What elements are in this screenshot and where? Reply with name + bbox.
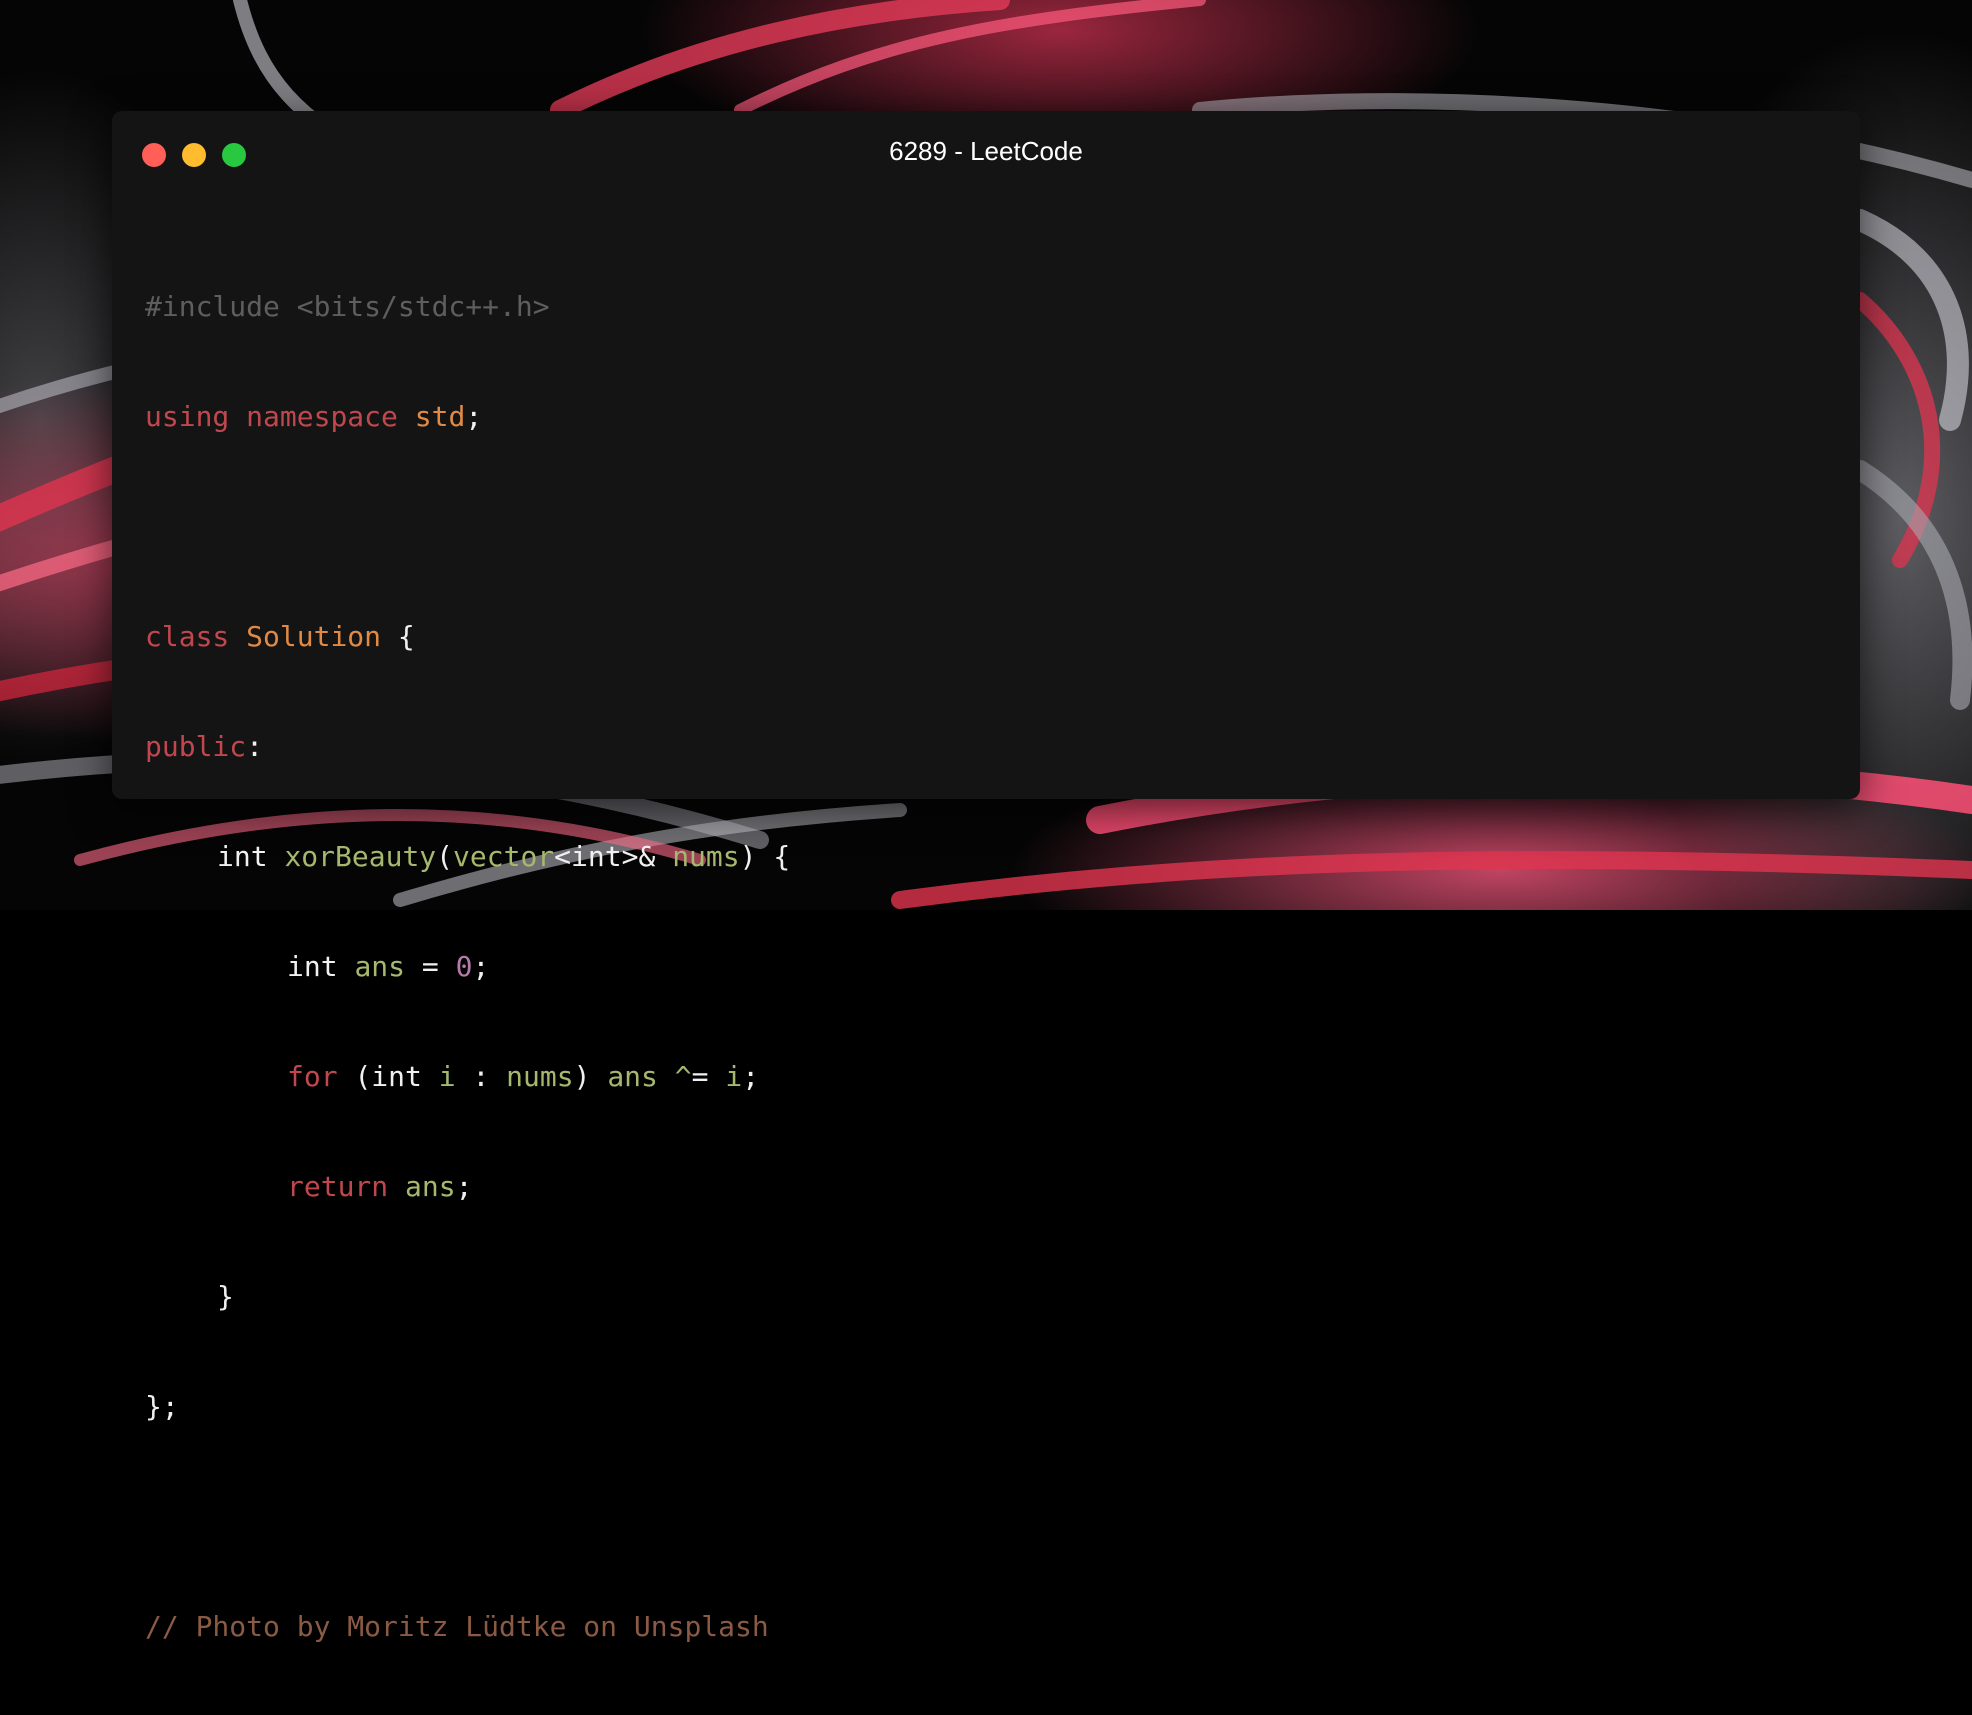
assign-op: = (691, 1060, 709, 1093)
semicolon: ; (472, 950, 490, 983)
keyword-using: using (145, 400, 230, 433)
loop-var: i (438, 1060, 456, 1093)
param-name: nums (672, 840, 740, 873)
code-window: 6289 - LeetCode #include <bits/stdc++.h>… (112, 111, 1860, 1643)
close-paren-brace: ) { (739, 840, 791, 873)
var-name: ans (354, 950, 406, 983)
preprocessor-directive: #include <bits/stdc++.h> (145, 290, 550, 323)
code-line-13: // Photo by Moritz Lüdtke on Unsplash (145, 1605, 790, 1649)
function-name: xorBeauty (284, 840, 437, 873)
range-colon: : (472, 1060, 490, 1093)
class-name: Solution (246, 620, 382, 653)
open-paren: ( (436, 840, 454, 873)
code-line-4: class Solution { (145, 615, 790, 659)
semicolon: ; (455, 1170, 473, 1203)
semicolon: ; (465, 400, 483, 433)
var-type: int (287, 950, 338, 983)
class-close: }; (145, 1390, 179, 1423)
code-line-5: public: (145, 725, 790, 769)
loop-close: ) (573, 1060, 591, 1093)
code-line-10: } (145, 1275, 790, 1319)
window-title: 6289 - LeetCode (889, 136, 1083, 166)
code-line-8: for (int i : nums) ans ^= i; (145, 1055, 790, 1099)
code-block: #include <bits/stdc++.h> using namespace… (145, 219, 790, 1715)
code-line-7: int ans = 0; (145, 945, 790, 989)
code-line-1: #include <bits/stdc++.h> (145, 285, 790, 329)
assign-op: = (421, 950, 439, 983)
range-expr: nums (506, 1060, 574, 1093)
number-literal: 0 (455, 950, 473, 983)
xor-op: ^ (674, 1060, 692, 1093)
loop-var-ref: i (725, 1060, 743, 1093)
code-line-2: using namespace std; (145, 395, 790, 439)
keyword-class: class (145, 620, 230, 653)
open-brace: { (397, 620, 415, 653)
return-type: int (217, 840, 268, 873)
code-line-9: return ans; (145, 1165, 790, 1209)
loop-open: (int (354, 1060, 422, 1093)
template-arg: <int>& (554, 840, 656, 873)
accumulator: ans (607, 1060, 658, 1093)
colon: : (246, 730, 264, 763)
keyword-for: for (287, 1060, 338, 1093)
keyword-return: return (287, 1170, 389, 1203)
code-line-11: }; (145, 1385, 790, 1429)
param-type: vector (453, 840, 555, 873)
title-bar: 6289 - LeetCode (112, 111, 1860, 191)
namespace-name: std (414, 400, 466, 433)
keyword-public: public (145, 730, 247, 763)
code-line-6: int xorBeauty(vector<int>& nums) { (145, 835, 790, 879)
keyword-namespace: namespace (246, 400, 398, 433)
comment: // Photo by Moritz Lüdtke on Unsplash (145, 1610, 769, 1643)
close-brace: } (217, 1280, 234, 1313)
return-value: ans (405, 1170, 456, 1203)
semicolon: ; (742, 1060, 760, 1093)
